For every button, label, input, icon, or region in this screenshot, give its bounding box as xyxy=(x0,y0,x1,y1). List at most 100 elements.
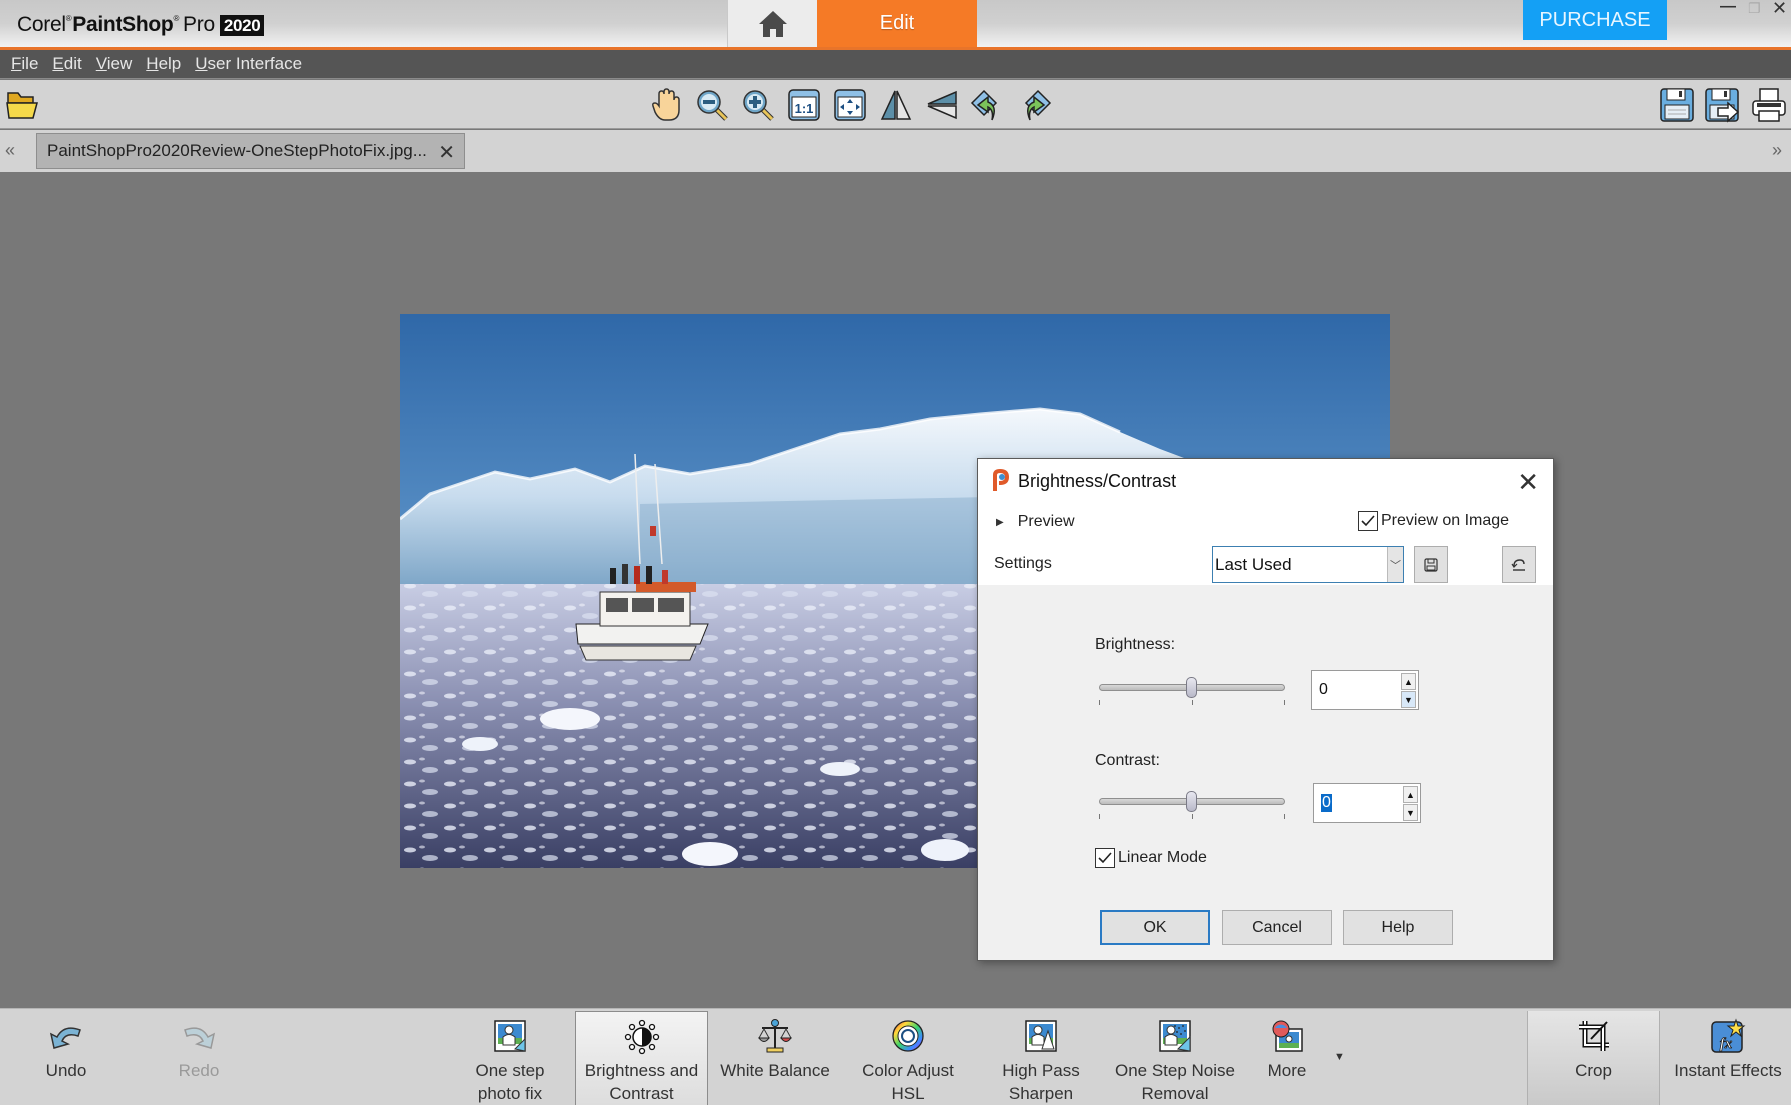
ok-button[interactable]: OK xyxy=(1100,910,1210,945)
bottom-adjustments-bar: Undo Redo One step photo fix Brightness … xyxy=(0,1008,1791,1105)
contrast-decrement-button[interactable]: ▼ xyxy=(1403,804,1418,821)
one-step-photo-fix-icon xyxy=(494,1020,526,1052)
toolbar: 1:1 xyxy=(0,80,1791,129)
mirror-horizontal-icon xyxy=(927,90,957,120)
app-logo: Corel ® PaintShop ® Pro 2020 xyxy=(17,13,265,37)
menu-view[interactable]: View xyxy=(96,54,133,74)
brightness-contrast-button[interactable]: Brightness and Contrast xyxy=(575,1011,708,1105)
help-button[interactable]: Help xyxy=(1343,910,1453,945)
contrast-slider[interactable] xyxy=(1099,790,1285,819)
menu-user-interface[interactable]: User Interface xyxy=(195,54,302,74)
minimize-button[interactable]: — xyxy=(1720,0,1736,16)
save-button[interactable] xyxy=(1657,85,1697,125)
open-button[interactable] xyxy=(2,85,42,125)
preview-label: Preview xyxy=(1017,513,1075,530)
preview-expander[interactable]: ▶ Preview xyxy=(996,513,1075,531)
zoom-out-button[interactable] xyxy=(692,85,732,125)
document-tab-strip: « PaintShopPro2020Review-OneStepPhotoFix… xyxy=(0,130,1791,172)
redo-icon xyxy=(184,1027,216,1049)
high-pass-sharpen-button[interactable]: High Pass Sharpen xyxy=(990,1011,1092,1105)
contrast-spinbox[interactable]: 0 ▲ ▼ xyxy=(1313,783,1421,823)
color-adjust-label-1: Color Adjust xyxy=(862,1061,954,1080)
brightness-increment-button[interactable]: ▲ xyxy=(1401,673,1416,690)
brightness-contrast-icon xyxy=(624,1019,659,1054)
one-step-noise-removal-button[interactable]: One Step Noise Removal xyxy=(1110,1011,1240,1105)
one-step-photo-fix-button[interactable]: One step photo fix xyxy=(462,1011,558,1105)
rotate-right-button[interactable] xyxy=(1014,85,1054,125)
menu-edit[interactable]: Edit xyxy=(52,54,81,74)
brightness-spinbox[interactable]: 0 ▲ ▼ xyxy=(1311,670,1419,710)
white-balance-icon xyxy=(758,1019,792,1053)
fit-window-button[interactable] xyxy=(830,85,870,125)
restore-button[interactable]: ❐ xyxy=(1748,0,1761,17)
redo-label: Redo xyxy=(178,1061,220,1080)
preview-on-image-checkbox[interactable]: Preview on Image xyxy=(1358,511,1509,531)
close-window-button[interactable]: ✕ xyxy=(1772,0,1787,19)
contrast-increment-button[interactable]: ▲ xyxy=(1403,786,1418,803)
flip-vertical-icon xyxy=(880,90,912,120)
one-step-label-2: photo fix xyxy=(477,1084,543,1103)
close-tab-icon[interactable]: ✕ xyxy=(438,140,455,165)
dialog-close-icon[interactable]: ✕ xyxy=(1517,467,1539,498)
noise-removal-icon xyxy=(1159,1020,1191,1052)
zoom-in-icon xyxy=(743,90,774,121)
purchase-button[interactable]: PURCHASE xyxy=(1523,0,1667,40)
checkmark-icon xyxy=(1095,848,1115,868)
edit-tab[interactable]: Edit xyxy=(817,0,977,47)
save-preset-button[interactable] xyxy=(1414,546,1448,583)
zoom-in-button[interactable] xyxy=(738,85,778,125)
brightness-slider[interactable] xyxy=(1099,676,1285,705)
tabs-scroll-right[interactable]: » xyxy=(1772,140,1782,161)
more-button[interactable]: More xyxy=(1255,1011,1319,1105)
more-dropdown-arrow[interactable]: ▼ xyxy=(1334,1051,1345,1063)
brightness-contrast-label-1: Brightness and xyxy=(584,1061,699,1080)
brightness-value[interactable]: 0 xyxy=(1319,681,1328,699)
paintshop-app-icon xyxy=(991,468,1011,498)
settings-dropdown[interactable]: Last Used ﹀ xyxy=(1212,546,1404,583)
paintshop-pro-window: Corel ® PaintShop ® Pro 2020 Edit PURCHASE — … xyxy=(0,0,1791,1105)
color-adjust-hsl-button[interactable]: Color Adjust HSL xyxy=(852,1011,964,1105)
redo-button[interactable]: Redo xyxy=(153,1011,245,1105)
save-as-button[interactable] xyxy=(1703,85,1743,125)
white-balance-button[interactable]: White Balance xyxy=(715,1011,835,1105)
tabs-scroll-left[interactable]: « xyxy=(5,140,15,161)
undo-button[interactable]: Undo xyxy=(20,1011,112,1105)
contrast-value[interactable]: 0 xyxy=(1321,794,1332,812)
contrast-slider-thumb[interactable] xyxy=(1186,791,1197,812)
menu-help[interactable]: Help xyxy=(146,54,181,74)
flip-button[interactable] xyxy=(876,85,916,125)
brand-year: 2020 xyxy=(219,14,265,36)
home-tab[interactable] xyxy=(727,0,817,47)
high-pass-label-2: Sharpen xyxy=(1008,1084,1074,1103)
pan-hand-icon xyxy=(652,88,680,121)
rotate-left-icon xyxy=(970,89,998,121)
print-button[interactable] xyxy=(1749,85,1789,125)
cancel-button[interactable]: Cancel xyxy=(1222,910,1332,945)
brightness-label: Brightness: xyxy=(1095,636,1176,653)
instant-effects-button[interactable]: fx Instant Effects xyxy=(1668,1011,1788,1105)
instant-effects-icon: fx xyxy=(1711,1018,1746,1053)
mirror-button[interactable] xyxy=(922,85,962,125)
save-icon xyxy=(1660,88,1694,122)
save-preset-icon xyxy=(1424,557,1438,572)
crop-button[interactable]: Crop xyxy=(1527,1011,1660,1105)
menu-file[interactable]: File xyxy=(11,54,38,74)
svg-text:fx: fx xyxy=(1720,1036,1733,1052)
linear-mode-checkbox[interactable]: Linear Mode xyxy=(1095,848,1207,868)
svg-text:1:1: 1:1 xyxy=(795,101,814,116)
actual-size-button[interactable]: 1:1 xyxy=(784,85,824,125)
settings-label: Settings xyxy=(994,555,1052,572)
document-tab[interactable]: PaintShopPro2020Review-OneStepPhotoFix.j… xyxy=(36,133,465,169)
brand-corel: Corel xyxy=(17,13,66,36)
brightness-slider-thumb[interactable] xyxy=(1186,677,1197,698)
brightness-decrement-button[interactable]: ▼ xyxy=(1401,691,1416,708)
document-tab-title: PaintShopPro2020Review-OneStepPhotoFix.j… xyxy=(47,141,427,160)
pan-tool-button[interactable] xyxy=(646,85,686,125)
crop-icon xyxy=(1578,1021,1609,1051)
high-pass-label-1: High Pass xyxy=(1002,1061,1080,1080)
chevron-down-icon: ﹀ xyxy=(1387,547,1403,582)
rotate-left-button[interactable] xyxy=(968,85,1008,125)
reset-button[interactable] xyxy=(1502,546,1536,583)
undo-label: Undo xyxy=(45,1061,87,1080)
fit-to-window-icon xyxy=(834,89,866,121)
